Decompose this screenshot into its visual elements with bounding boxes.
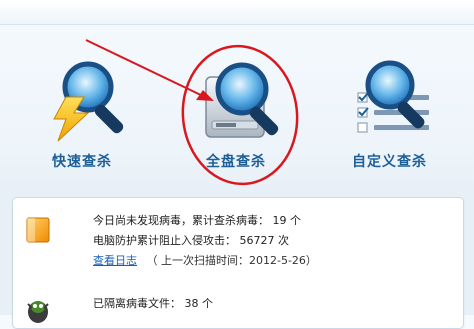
top-bar <box>0 0 474 25</box>
quarantine-unit: 个 <box>202 297 213 310</box>
virus-count-prefix: 今日尚未发现病毒，累计查杀病毒： <box>93 214 269 227</box>
full-scan-label: 全盘查杀 <box>206 154 266 170</box>
quarantine-line: 已隔离病毒文件： 38 个 <box>93 295 213 311</box>
custom-scan-label: 自定义查杀 <box>352 154 427 170</box>
attack-count-prefix: 电脑防护累计阻止入侵攻击： <box>93 234 236 247</box>
status-panel: 今日尚未发现病毒，累计查杀病毒： 19 个 电脑防护累计阻止入侵攻击： 5672… <box>12 197 464 329</box>
log-line: 查看日志 （ 上一次扫描时间：2012-5-26） <box>93 252 317 268</box>
view-log-link[interactable]: 查看日志 <box>93 254 137 267</box>
shield-status-icon <box>26 217 50 243</box>
custom-scan-button[interactable]: 自定义查杀 <box>344 55 464 175</box>
quarantine-prefix: 已隔离病毒文件： <box>93 297 181 310</box>
bug-quarantine-icon <box>27 301 49 323</box>
virus-count-unit: 个 <box>290 214 301 227</box>
quick-scan-label: 快速查杀 <box>52 154 112 170</box>
attack-count-line: 电脑防护累计阻止入侵攻击： 56727 次 <box>93 232 289 248</box>
virus-count-value: 19 <box>272 214 287 227</box>
quick-scan-button[interactable]: 快速查杀 <box>40 55 140 175</box>
magnifier-hard-disk-icon <box>205 62 279 138</box>
attack-count-value: 56727 <box>239 234 275 247</box>
quarantine-count: 38 <box>184 297 199 310</box>
attack-count-unit: 次 <box>278 234 289 247</box>
magnifier-checklist-icon <box>357 60 429 133</box>
full-scan-button[interactable]: 全盘查杀 <box>192 55 292 175</box>
last-scan-time: （ 上一次扫描时间：2012-5-26） <box>146 254 317 267</box>
magnifier-lightning-icon <box>53 61 124 142</box>
virus-count-line: 今日尚未发现病毒，累计查杀病毒： 19 个 <box>93 212 301 228</box>
